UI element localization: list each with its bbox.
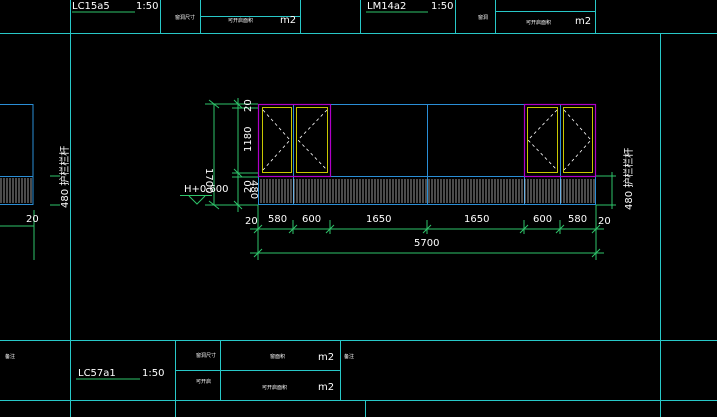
bottom-scale: 1:50 — [142, 368, 164, 379]
top-title-block: LC15a5 1:50 窗洞尺寸 可开启面积 m2 LM14a2 1:50 窗洞… — [72, 1, 591, 27]
level-marker-label: H+0.600 — [184, 184, 229, 195]
left-railing-hatch — [0, 178, 32, 203]
sash-3[interactable] — [527, 107, 558, 173]
left-partial-elevation[interactable]: 20 480 护栏栏杆 — [0, 104, 71, 261]
dim-total-width: 5700 — [414, 238, 439, 249]
bottom-label-1: 窗洞尺寸 — [196, 352, 216, 359]
window-elevation[interactable]: 20 1180 20 480 1700 H+0.600 480 护栏栏杆 20 … — [180, 98, 635, 260]
bottom-window-code: LC57a1 — [78, 368, 116, 379]
frame-lines — [0, 0, 717, 417]
bottom-right-label: 备注 — [344, 353, 354, 360]
dim-width-5: 600 — [533, 214, 552, 225]
sash-1[interactable] — [262, 107, 292, 173]
bottom-left-label: 备注 — [5, 353, 15, 360]
top-right-unit: m2 — [575, 16, 591, 27]
top-right-label-1: 窗洞 — [478, 14, 488, 21]
top-right-window-code: LM14a2 — [367, 1, 406, 12]
bottom-area-label: 窗面积 — [270, 353, 285, 360]
dim-width-6: 580 — [568, 214, 587, 225]
top-right-scale: 1:50 — [431, 1, 453, 12]
dim-right-margin: 20 — [598, 216, 611, 227]
dim-width-2: 600 — [302, 214, 321, 225]
left-sash-pane[interactable] — [257, 103, 332, 178]
left-offset-dim: 20 — [26, 214, 39, 225]
cad-drawing-canvas[interactable]: LC15a5 1:50 窗洞尺寸 可开启面积 m2 LM14a2 1:50 窗洞… — [0, 0, 717, 417]
sash-2[interactable] — [296, 107, 328, 173]
dim-glass-height: 1180 — [243, 127, 254, 152]
right-side-note: 480 护栏栏杆 — [622, 148, 635, 210]
top-left-label-2: 可开启面积 — [228, 17, 253, 24]
bottom-area-unit: m2 — [318, 352, 334, 363]
dim-width-1: 580 — [268, 214, 287, 225]
bottom-label-2: 可开启 — [196, 378, 211, 385]
top-left-scale: 1:50 — [136, 1, 158, 12]
cad-drawing[interactable]: LC15a5 1:50 窗洞尺寸 可开启面积 m2 LM14a2 1:50 窗洞… — [0, 0, 717, 417]
left-side-note: 480 护栏栏杆 — [58, 146, 71, 208]
dim-left-margin: 20 — [245, 216, 258, 227]
sash-4[interactable] — [563, 107, 593, 173]
bottom-open-unit: m2 — [318, 382, 334, 393]
level-marker: H+0.600 — [180, 184, 229, 205]
dim-width-4: 1650 — [464, 214, 489, 225]
top-left-unit: m2 — [280, 15, 296, 26]
top-right-label-2: 可开启面积 — [526, 19, 551, 26]
dim-width-3: 1650 — [366, 214, 391, 225]
bottom-title-block: 备注 LC57a1 1:50 窗洞尺寸 可开启 窗面积 m2 可开启面积 m2 … — [5, 352, 354, 393]
bottom-open-label: 可开启面积 — [262, 384, 287, 391]
top-left-window-code: LC15a5 — [72, 1, 110, 12]
top-left-label-1: 窗洞尺寸 — [175, 14, 195, 21]
dim-bottom-b: 480 — [248, 180, 259, 199]
dim-top: 20 — [243, 99, 254, 112]
